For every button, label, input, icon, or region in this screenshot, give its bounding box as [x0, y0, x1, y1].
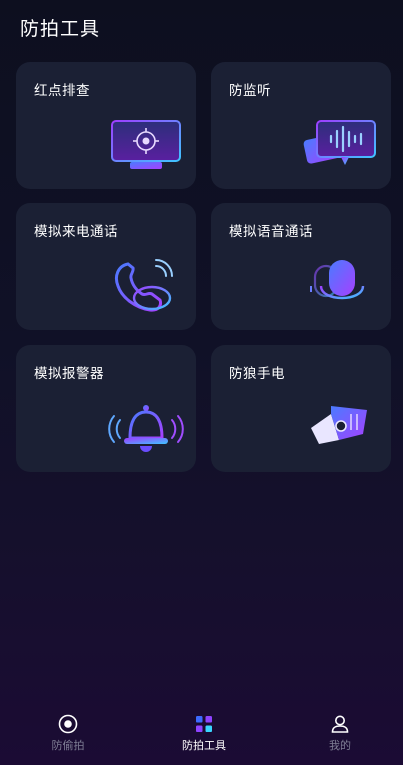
tab-tools[interactable]: 防拍工具 [154, 713, 254, 753]
anti-eavesdrop-icon [303, 120, 376, 165]
page-title: 防拍工具 [20, 18, 101, 40]
card-label: 防狼手电 [229, 366, 285, 382]
fake-call-icon [114, 259, 173, 312]
profile-icon [331, 715, 349, 733]
bottom-tab-bar: 防偷拍 防拍工具 我的 [0, 709, 403, 765]
card-label: 红点排查 [34, 83, 90, 99]
card-anti-eavesdrop[interactable]: 防监听 [211, 62, 391, 189]
card-red-dot-scan[interactable]: 红点排查 [16, 62, 196, 189]
flashlight-icon [311, 406, 367, 444]
card-label: 模拟语音通话 [229, 224, 313, 240]
tab-label: 防偷拍 [51, 739, 85, 752]
camera-lens-icon [58, 714, 78, 734]
alarm-bell-icon [108, 405, 184, 452]
card-fake-voice-call[interactable]: 模拟语音通话 [211, 203, 391, 330]
tools-grid-icon [196, 716, 212, 732]
card-label: 模拟报警器 [34, 366, 104, 382]
card-flashlight[interactable]: 防狼手电 [211, 345, 391, 472]
tab-profile[interactable]: 我的 [290, 713, 390, 753]
tab-label: 防拍工具 [182, 739, 226, 752]
tab-anti-spy-camera[interactable]: 防偷拍 [18, 713, 118, 753]
card-fake-call[interactable]: 模拟来电通话 [16, 203, 196, 330]
card-alarm[interactable]: 模拟报警器 [16, 345, 196, 472]
fake-voice-call-icon [310, 260, 365, 313]
card-label: 防监听 [229, 83, 271, 99]
card-label: 模拟来电通话 [34, 224, 118, 240]
tab-label: 我的 [329, 739, 351, 752]
red-dot-scan-icon [111, 120, 181, 169]
